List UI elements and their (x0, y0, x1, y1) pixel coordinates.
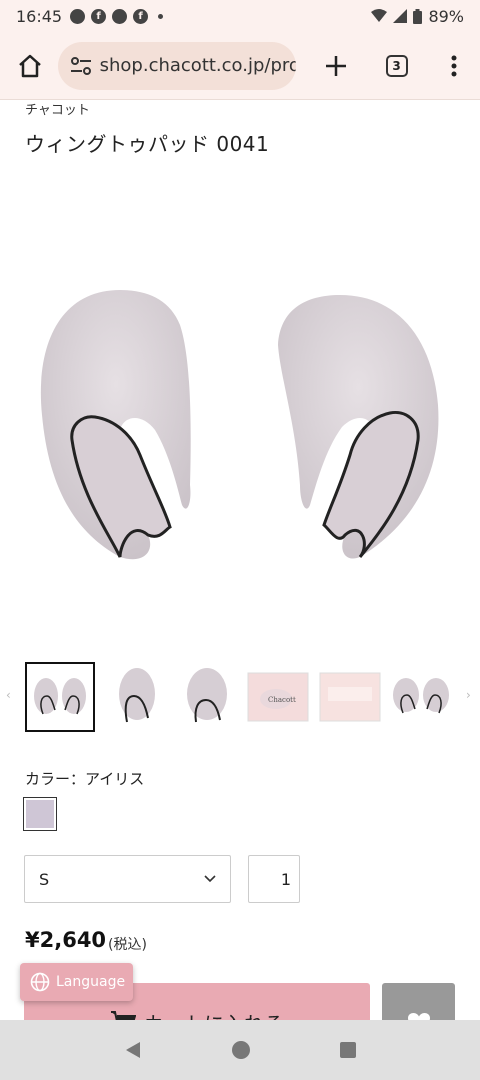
site-settings-icon[interactable] (70, 56, 92, 75)
more-vert-icon (451, 55, 457, 76)
thumbnail-prev-icon[interactable]: ‹ (6, 688, 11, 702)
home-button[interactable] (2, 38, 58, 94)
battery-icon (413, 8, 423, 24)
new-tab-button[interactable] (310, 40, 362, 92)
tax-note: (税込) (108, 937, 147, 953)
wifi-icon (371, 9, 388, 22)
globe-icon (30, 972, 50, 992)
thumb-side-image (119, 668, 155, 723)
address-bar[interactable]: shop.chacott.co.jp/pro (57, 41, 297, 90)
thumbnail-3[interactable] (172, 662, 242, 732)
tab-switcher-button[interactable]: 3 (371, 40, 423, 92)
color-label: カラー：アイリス (25, 770, 145, 788)
plus-icon (325, 55, 346, 76)
size-value: S (39, 869, 50, 889)
system-nav-bar (0, 1020, 480, 1080)
ring-icon (70, 8, 86, 24)
thumb-package-brand: Chacott (268, 696, 296, 704)
chevron-down-icon (204, 875, 216, 883)
thumb-pair-small-image (393, 678, 449, 714)
swatch-fill (26, 800, 54, 828)
status-bar: 16:45 f f 89% (0, 0, 480, 32)
product-main-image[interactable] (20, 265, 460, 585)
price: ¥2,640 (25, 928, 107, 952)
tab-count: 3 (385, 54, 408, 77)
battery-percent: 89% (428, 6, 464, 26)
more-notifications-icon (158, 13, 164, 19)
thumbnail-next-icon[interactable]: › (466, 688, 471, 702)
brand-name: チャコット (25, 103, 90, 118)
thumbnail-1[interactable] (25, 662, 95, 732)
browser-menu-button[interactable] (428, 40, 480, 92)
facebook-icon: f (133, 8, 149, 24)
facebook-icon: f (91, 8, 107, 24)
thumbnail-4[interactable]: Chacott (243, 662, 313, 732)
thumbnail-strip: ‹ Chacott › (0, 660, 480, 736)
thumb-single-image (187, 668, 227, 723)
home-icon (18, 54, 41, 77)
thumbnail-2[interactable] (102, 662, 172, 732)
browser-toolbar: shop.chacott.co.jp/pro 3 (0, 32, 480, 100)
messenger-icon (112, 8, 128, 24)
back-icon[interactable] (123, 1040, 143, 1060)
product-title: ウィングトゥパッド 0041 (25, 132, 270, 156)
url-text: shop.chacott.co.jp/pro (99, 55, 297, 76)
recents-icon[interactable] (339, 1041, 357, 1059)
thumbnail-5[interactable] (315, 662, 385, 732)
thumb-pair-image (34, 678, 86, 715)
home-nav-icon[interactable] (230, 1039, 252, 1061)
thumbnail-6[interactable] (386, 662, 456, 732)
signal-icon (393, 9, 408, 23)
thumb-package-front-image: Chacott (247, 672, 309, 722)
color-swatch-iris[interactable] (23, 797, 57, 831)
language-button[interactable]: Language (20, 963, 133, 1001)
language-label: Language (56, 974, 126, 990)
status-time: 16:45 (16, 6, 63, 26)
thumb-package-back-image (319, 672, 381, 722)
quantity-input[interactable]: 1 (248, 855, 300, 903)
size-select[interactable]: S (24, 855, 231, 903)
